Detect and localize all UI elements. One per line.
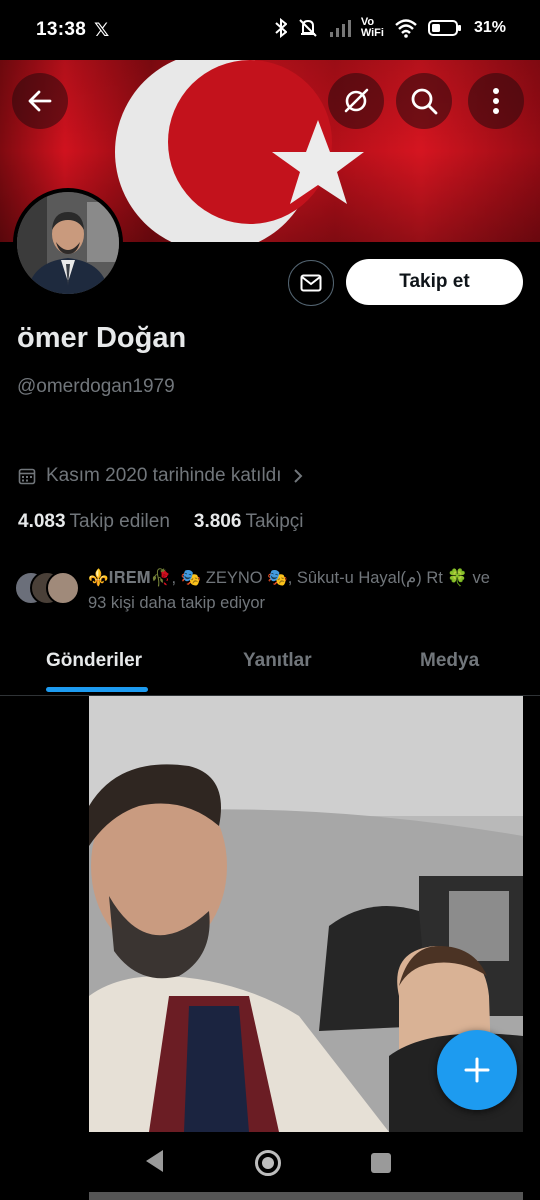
status-bar: 13:38 𝕏 Vo WiFi 31% (0, 0, 540, 60)
handle: @omerdogan1979 (17, 376, 175, 397)
following-count: 4.083 (18, 511, 66, 532)
search-button[interactable] (396, 73, 452, 129)
status-time: 13:38 (36, 19, 87, 40)
envelope-icon (300, 274, 322, 292)
compose-button[interactable] (437, 1030, 517, 1110)
arrow-left-icon (28, 90, 52, 112)
back-button[interactable] (12, 73, 68, 129)
follow-stats: 4.083 Takip edilen 3.806 Takipçi (18, 511, 304, 533)
search-icon (411, 88, 438, 115)
nav-home-icon[interactable] (254, 1149, 282, 1177)
following-link[interactable]: 4.083 Takip edilen (18, 511, 170, 533)
signal-icon (329, 20, 351, 37)
calendar-icon (18, 468, 36, 485)
next-post-preview (89, 1192, 523, 1200)
nav-back-icon[interactable] (143, 1148, 165, 1174)
follow-button[interactable]: Takip et (346, 259, 523, 305)
followed-by-text: ⚜️𝐈𝐑𝐄𝐌🥀, 🎭 ZEYNO 🎭, Sûkut-u Hayal(م) Rt … (88, 566, 528, 616)
followed-by-line-1: ⚜️𝐈𝐑𝐄𝐌🥀, 🎭 ZEYNO 🎭, Sûkut-u Hayal(م) Rt … (88, 569, 490, 587)
followers-count: 3.806 (193, 511, 242, 532)
vowifi-bottom: WiFi (360, 27, 384, 39)
more-vertical-icon (493, 88, 499, 114)
tab-indicator (46, 687, 148, 692)
battery-icon (427, 20, 461, 36)
followed-by-avatars (14, 571, 84, 607)
display-name: ömer Doğan (17, 322, 187, 354)
grok-button[interactable] (328, 73, 384, 129)
followed-by-line-2: 93 kişi daha takip ediyor (88, 594, 266, 612)
followers-link[interactable]: 3.806 Takipçi (194, 511, 304, 533)
chevron-right-icon (293, 469, 302, 483)
battery-percent: 31% (473, 19, 506, 36)
system-nav-bar (0, 1132, 540, 1192)
plus-icon (464, 1057, 490, 1083)
avatar-photo (17, 192, 119, 294)
followers-label: Takipçi (245, 511, 304, 532)
tab-replies[interactable]: Yanıtlar (243, 650, 312, 672)
x-logo-icon: 𝕏 (94, 20, 110, 41)
avatar[interactable] (13, 188, 123, 298)
joined-text: Kasım 2020 tarihinde katıldı (46, 465, 282, 486)
follower-avatar (46, 571, 80, 605)
vowifi-icon: Vo WiFi (361, 17, 384, 39)
profile-tabs: Gönderiler Yanıtlar Medya (0, 632, 540, 696)
more-button[interactable] (468, 73, 524, 129)
status-icons: Vo WiFi 31% (275, 17, 506, 39)
tab-posts[interactable]: Gönderiler (46, 650, 142, 672)
mute-icon (299, 19, 317, 37)
wifi-icon (395, 19, 417, 38)
bluetooth-icon (275, 18, 287, 38)
screen: 13:38 𝕏 Vo WiFi 31% Takip et ömer Doğan … (0, 0, 540, 1200)
message-button[interactable] (288, 260, 334, 306)
grok-icon (344, 88, 369, 113)
joined-date[interactable]: Kasım 2020 tarihinde katıldı (18, 465, 304, 487)
nav-recents-icon[interactable] (371, 1153, 391, 1173)
tab-media[interactable]: Medya (420, 650, 479, 672)
following-label: Takip edilen (69, 511, 170, 532)
